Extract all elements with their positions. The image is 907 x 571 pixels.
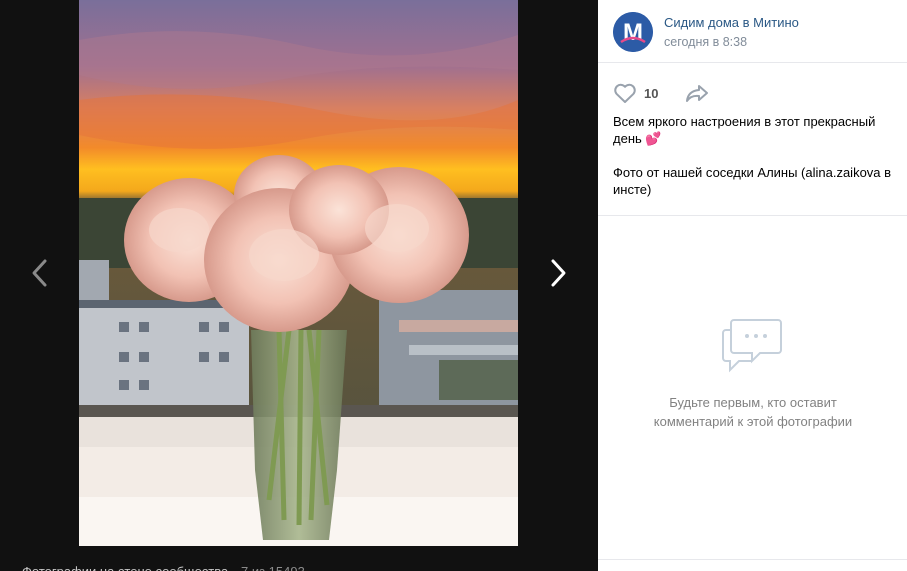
svg-text:M: M bbox=[623, 19, 643, 46]
comments-empty-text: Будьте первым, кто оставит комментарий к… bbox=[653, 395, 853, 429]
like-button[interactable]: 10 bbox=[613, 82, 658, 104]
post-actions: 10 bbox=[613, 82, 903, 104]
divider bbox=[598, 215, 907, 216]
share-button[interactable] bbox=[685, 82, 709, 109]
viewer-footer: Фотографии на стене сообщества 7 из 1549… bbox=[0, 546, 598, 571]
photo-image bbox=[79, 0, 518, 546]
chevron-right-icon bbox=[551, 259, 566, 287]
album-link[interactable]: Фотографии на стене сообщества bbox=[22, 559, 228, 571]
photo-viewer: Фотографии на стене сообщества 7 из 1549… bbox=[0, 0, 598, 571]
caption-line-2: Фото от нашей соседки Алины (alina.zaiko… bbox=[613, 165, 892, 197]
like-count: 10 bbox=[644, 85, 659, 101]
author-header: M Сидим дома в Митино сегодня в 8:38 bbox=[598, 0, 907, 63]
post-caption: Всем яркого настроения в этот прекрасный… bbox=[613, 113, 898, 215]
post-time[interactable]: сегодня в 8:38 bbox=[664, 35, 747, 49]
previous-photo-button[interactable] bbox=[24, 253, 54, 293]
chevron-left-icon bbox=[32, 259, 47, 287]
next-photo-button[interactable] bbox=[544, 253, 574, 293]
comment-box-divider bbox=[598, 559, 907, 560]
author-name[interactable]: Сидим дома в Митино bbox=[664, 15, 799, 30]
comments-empty-icon bbox=[720, 314, 784, 379]
community-logo-icon: M bbox=[613, 12, 653, 52]
speech-bubble-icon bbox=[722, 319, 782, 373]
share-arrow-icon bbox=[686, 85, 708, 102]
info-panel: M Сидим дома в Митино сегодня в 8:38 10 … bbox=[598, 0, 907, 571]
photo-counter: 7 из 15493 bbox=[241, 559, 305, 571]
avatar[interactable]: M bbox=[613, 12, 653, 52]
photo[interactable] bbox=[79, 0, 518, 546]
heart-icon bbox=[614, 83, 636, 103]
caption-line-1: Всем яркого настроения в этот прекрасный… bbox=[613, 114, 876, 146]
